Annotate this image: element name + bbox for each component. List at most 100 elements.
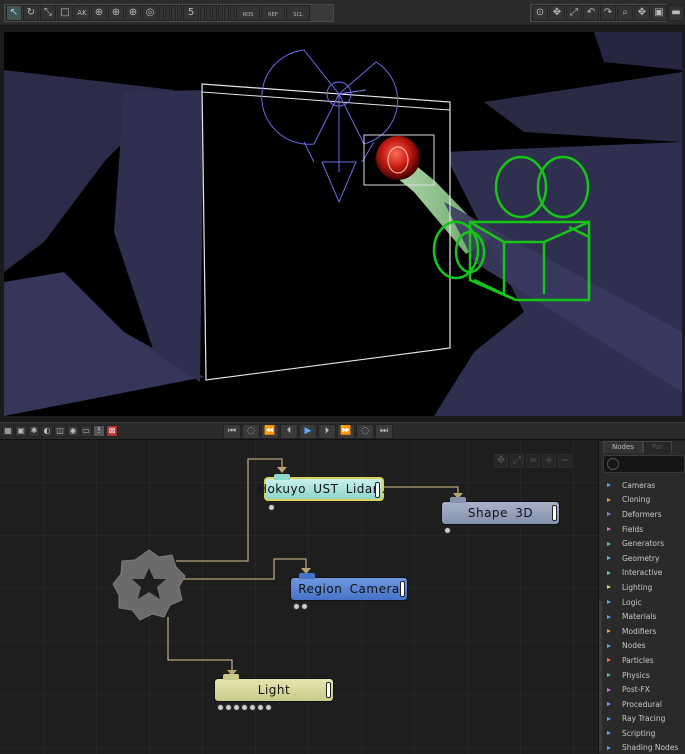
category-item[interactable]: Logic (603, 595, 685, 610)
stop-render-icon[interactable]: ⊠ (106, 425, 118, 437)
expand-arrow-icon[interactable] (607, 702, 611, 707)
expand-arrow-icon[interactable] (607, 585, 611, 590)
snap-icon[interactable]: ⊕ (91, 5, 107, 21)
category-item[interactable]: Fields (603, 522, 685, 537)
category-item[interactable]: Cameras (603, 478, 685, 493)
expand-arrow-icon[interactable] (607, 614, 611, 619)
rewind-icon[interactable]: ⏪ (261, 424, 279, 439)
category-item[interactable]: Geometry (603, 551, 685, 566)
category-item[interactable]: Physics (603, 668, 685, 683)
split-view-icon[interactable]: ◫ (54, 425, 66, 437)
render-view-icon[interactable]: ◉ (67, 425, 79, 437)
output-view-icon[interactable]: ▭ (80, 425, 92, 437)
expand-arrow-icon[interactable] (607, 556, 611, 561)
output-port[interactable] (444, 527, 451, 534)
category-item[interactable]: Generators (603, 536, 685, 551)
world-icon[interactable]: ◎ (142, 5, 158, 21)
category-item[interactable]: Nodes (603, 639, 685, 654)
pan-icon[interactable]: ✥ (634, 5, 650, 21)
scale-tool-icon[interactable]: ⤡ (40, 5, 56, 21)
output-port[interactable] (249, 704, 256, 711)
zoom-in-icon[interactable]: + (542, 454, 556, 468)
node-toggle[interactable] (326, 682, 331, 698)
loop-back-icon[interactable]: ◌ (242, 424, 260, 439)
rotate-tool-icon[interactable]: ↻ (23, 5, 39, 21)
shading-view-icon[interactable]: ◐ (41, 425, 53, 437)
expand-arrow-icon[interactable] (607, 570, 611, 575)
select-tool-icon[interactable]: ↖ (6, 5, 22, 21)
output-port[interactable] (225, 704, 232, 711)
warning-icon[interactable]: ! (93, 425, 105, 437)
output-port[interactable] (265, 704, 272, 711)
output-port[interactable] (268, 504, 275, 511)
category-item[interactable]: Particles (603, 653, 685, 668)
node-toggle[interactable] (552, 505, 557, 521)
output-port[interactable] (241, 704, 248, 711)
expand-arrow-icon[interactable] (607, 600, 611, 605)
tab-nodes[interactable]: Nodes (603, 441, 643, 453)
fast-forward-icon[interactable]: ⏩ (337, 424, 355, 439)
play-icon[interactable]: ▶ (299, 424, 317, 439)
align-icon[interactable]: = (526, 454, 540, 468)
step-back-icon[interactable]: ⏴ (280, 424, 298, 439)
fit-editor-icon[interactable]: ⤢ (510, 454, 524, 468)
output-port[interactable] (217, 704, 224, 711)
box-select-icon[interactable]: □ (57, 5, 73, 21)
camera-snapshot-icon[interactable]: ▣ (651, 5, 667, 21)
fit-view-icon[interactable]: ⤢ (566, 5, 582, 21)
category-item[interactable]: Lighting (603, 580, 685, 595)
category-item[interactable]: Deformers (603, 507, 685, 522)
category-item[interactable]: Shading Nodes (603, 741, 685, 754)
node-toggle[interactable] (400, 581, 405, 597)
target-icon[interactable]: ⊙ (532, 5, 548, 21)
expand-arrow-icon[interactable] (607, 483, 611, 488)
node-toggle[interactable] (375, 482, 380, 498)
loop-forward-icon[interactable]: ◌ (356, 424, 374, 439)
node-editor[interactable]: ✥ ⤢ = + − Hokuyo UST Lidar... Shape 3D R… (0, 441, 598, 754)
expand-arrow-icon[interactable] (607, 497, 611, 502)
preset-scale-button[interactable]: SCL (286, 5, 310, 21)
category-item[interactable]: Cloning (603, 493, 685, 508)
expand-arrow-icon[interactable] (607, 731, 611, 736)
layout-toggle-icon[interactable]: ▬ (668, 5, 684, 21)
category-item[interactable]: Interactive (603, 566, 685, 581)
category-item[interactable]: Modifiers (603, 624, 685, 639)
preset-rotation-button[interactable]: ROS (236, 5, 260, 21)
category-item[interactable]: Ray Tracing (603, 712, 685, 727)
zoom-icon[interactable]: ⌕ (617, 5, 633, 21)
step-value-field[interactable]: 5 (183, 5, 199, 21)
category-item[interactable]: Procedural (603, 697, 685, 712)
output-port[interactable] (257, 704, 264, 711)
output-port[interactable] (301, 603, 308, 610)
grid-view-icon[interactable]: ▦ (2, 425, 14, 437)
category-item[interactable]: Scripting (603, 726, 685, 741)
move-view-icon[interactable]: ✥ (549, 5, 565, 21)
tab-params[interactable]: Par (642, 441, 672, 453)
category-item[interactable]: Materials (603, 609, 685, 624)
output-port[interactable] (293, 603, 300, 610)
expand-arrow-icon[interactable] (607, 687, 611, 692)
node-region-camera[interactable]: Region Camera (290, 573, 408, 610)
expand-arrow-icon[interactable] (607, 512, 611, 517)
expand-arrow-icon[interactable] (607, 673, 611, 678)
node-shape-3d[interactable]: Shape 3D (441, 497, 560, 534)
pan-editor-icon[interactable]: ✥ (494, 454, 508, 468)
go-to-start-icon[interactable]: ⏮ (223, 424, 241, 439)
undo-view-icon[interactable]: ↶ (583, 5, 599, 21)
expand-arrow-icon[interactable] (607, 716, 611, 721)
root-node-icon[interactable] (112, 548, 186, 622)
preset-rep-button[interactable]: REP (261, 5, 285, 21)
scene-viewport[interactable] (4, 32, 682, 416)
expand-arrow-icon[interactable] (607, 629, 611, 634)
node-light[interactable]: Light (214, 674, 334, 711)
particles-view-icon[interactable]: ✱ (28, 425, 40, 437)
pivot-icon[interactable]: ⊕ (125, 5, 141, 21)
frame-view-icon[interactable]: ▣ (15, 425, 27, 437)
output-port[interactable] (233, 704, 240, 711)
redo-view-icon[interactable]: ↷ (600, 5, 616, 21)
node-hokuyo-lidar[interactable]: Hokuyo UST Lidar... (258, 474, 390, 511)
expand-arrow-icon[interactable] (607, 643, 611, 648)
zoom-out-icon[interactable]: − (558, 454, 572, 468)
expand-arrow-icon[interactable] (607, 658, 611, 663)
go-to-end-icon[interactable]: ⏭ (375, 424, 393, 439)
